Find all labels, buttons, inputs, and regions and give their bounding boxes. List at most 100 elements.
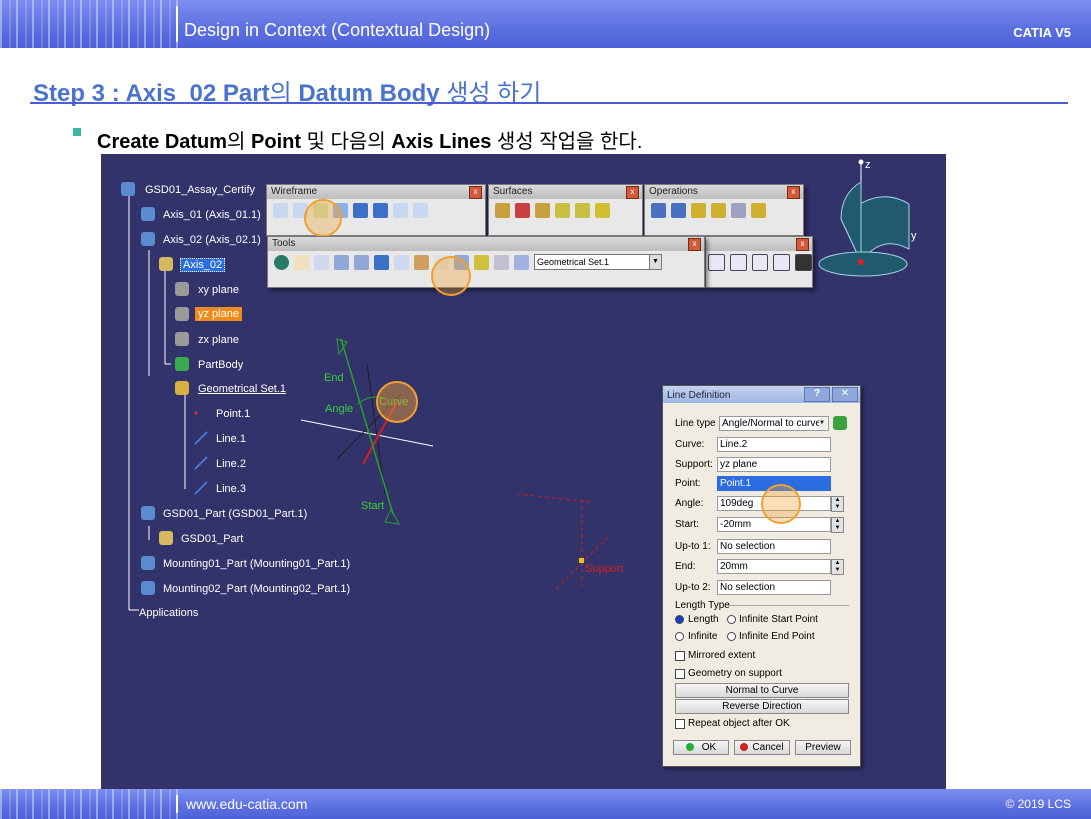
ok-button[interactable]: OK bbox=[673, 740, 729, 755]
tree-item-line3[interactable]: Line.3 bbox=[216, 483, 246, 495]
help-button[interactable]: ? bbox=[804, 387, 830, 402]
tree-item-xy-plane[interactable]: xy plane bbox=[198, 284, 239, 296]
tree-item-line2[interactable]: Line.2 bbox=[216, 458, 246, 470]
line-definition-dialog[interactable]: Line Definition ? ✕ Line type Angle/Norm… bbox=[662, 385, 861, 767]
view-front-icon[interactable] bbox=[729, 253, 747, 271]
view-right-icon[interactable] bbox=[773, 253, 791, 271]
radio-infinite[interactable] bbox=[675, 632, 684, 641]
end-spinner[interactable]: ▲ ▼ bbox=[831, 559, 844, 575]
tree-item-yz-plane[interactable]: yz plane bbox=[195, 307, 242, 321]
cancel-icon bbox=[740, 743, 749, 751]
tree-item-mount02[interactable]: Mounting02_Part (Mounting02_Part.1) bbox=[163, 583, 350, 595]
reverse-direction-button[interactable]: Reverse Direction bbox=[675, 699, 849, 714]
offset-surface-icon[interactable] bbox=[535, 202, 550, 218]
tree-item-root[interactable]: GSD01_Assay_Certify bbox=[145, 184, 255, 196]
loft-icon[interactable] bbox=[595, 202, 610, 218]
view-top-icon[interactable] bbox=[751, 253, 769, 271]
curve-field[interactable]: Line.2 bbox=[717, 437, 831, 452]
circle-icon[interactable] bbox=[393, 202, 408, 218]
operations-toolbar[interactable]: Operations x bbox=[644, 184, 804, 236]
footer-url[interactable]: www.edu-catia.com bbox=[186, 796, 307, 812]
upto2-field[interactable]: No selection bbox=[717, 580, 831, 595]
geometry-support-checkbox[interactable] bbox=[675, 669, 685, 679]
tree-item-axis02-part[interactable]: Axis_02 bbox=[180, 258, 226, 272]
tree-item-zx-plane[interactable]: zx plane bbox=[198, 334, 239, 346]
work-on-support-icon[interactable] bbox=[334, 254, 349, 270]
hand-icon[interactable] bbox=[294, 254, 309, 270]
tree-item-gsd01part[interactable]: GSD01_Part (GSD01_Part.1) bbox=[163, 508, 307, 520]
tools-toolbar[interactable]: Tools x Geometrical Set.1 ▼ bbox=[267, 236, 705, 288]
tree-item-applications[interactable]: Applications bbox=[139, 607, 198, 619]
extrude-icon[interactable] bbox=[495, 202, 510, 218]
part-icon bbox=[159, 257, 173, 271]
fill-icon[interactable] bbox=[575, 202, 590, 218]
tree-item-line1[interactable]: Line.1 bbox=[216, 433, 246, 445]
tree-item-axis01[interactable]: Axis_01 (Axis_01.1) bbox=[163, 209, 261, 221]
wireframe-toolbar[interactable]: Wireframe x bbox=[266, 184, 486, 236]
angle-spinner[interactable]: ▲ ▼ bbox=[831, 496, 844, 512]
surfaces-toolbar[interactable]: Surfaces x bbox=[488, 184, 643, 236]
close-icon[interactable]: x bbox=[796, 238, 809, 251]
close-button[interactable]: ✕ bbox=[832, 387, 858, 402]
bullet-marker bbox=[73, 128, 81, 136]
line-type-label: Line type bbox=[675, 418, 716, 429]
close-icon[interactable]: x bbox=[469, 186, 482, 199]
repeat-checkbox[interactable] bbox=[675, 719, 685, 729]
close-icon[interactable]: x bbox=[626, 186, 639, 199]
start-spinner[interactable]: ▲ ▼ bbox=[831, 517, 844, 533]
tree-connectors bbox=[128, 196, 186, 611]
geometrical-set-combo[interactable]: Geometrical Set.1 ▼ bbox=[534, 254, 662, 270]
view-toolbar[interactable]: x bbox=[705, 236, 813, 288]
grid-icon[interactable] bbox=[354, 254, 369, 270]
tree-item-gsd01[interactable]: GSD01_Part bbox=[181, 533, 243, 545]
update-icon[interactable] bbox=[274, 254, 289, 270]
line-type-select[interactable]: Angle/Normal to curve bbox=[719, 416, 829, 431]
cancel-button[interactable]: Cancel bbox=[734, 740, 790, 755]
close-icon[interactable]: x bbox=[787, 186, 800, 199]
component-icon bbox=[141, 581, 155, 595]
preview-button[interactable]: Preview bbox=[795, 740, 851, 755]
fillet-icon[interactable] bbox=[711, 202, 726, 218]
support-label: Support: bbox=[675, 459, 713, 470]
close-icon[interactable]: x bbox=[688, 238, 701, 251]
view-iso-icon[interactable] bbox=[708, 253, 725, 271]
radio-infinite-end[interactable] bbox=[727, 632, 736, 641]
plane-system-icon[interactable] bbox=[394, 254, 409, 270]
support-field[interactable]: yz plane bbox=[717, 457, 831, 472]
tree-item-axis02[interactable]: Axis_02 (Axis_02.1) bbox=[163, 234, 261, 246]
spline-icon[interactable] bbox=[413, 202, 428, 218]
revolve-icon[interactable] bbox=[515, 202, 530, 218]
tree-item-geoset[interactable]: Geometrical Set.1 bbox=[198, 383, 286, 395]
extrapolate-icon[interactable] bbox=[751, 202, 766, 218]
create-datum-icon[interactable] bbox=[414, 254, 429, 270]
body-icon[interactable] bbox=[514, 254, 529, 270]
catalog-icon[interactable] bbox=[494, 254, 509, 270]
upto1-field[interactable]: No selection bbox=[717, 539, 831, 554]
point-tool-icon[interactable] bbox=[273, 202, 288, 218]
mirrored-checkbox[interactable] bbox=[675, 651, 685, 661]
combo-value: Geometrical Set.1 bbox=[537, 257, 610, 267]
snap-icon[interactable] bbox=[374, 254, 389, 270]
tree-item-partbody[interactable]: PartBody bbox=[198, 359, 243, 371]
split-icon[interactable] bbox=[671, 202, 686, 218]
join-icon[interactable] bbox=[651, 202, 666, 218]
line-icon bbox=[194, 456, 208, 470]
sweep-icon[interactable] bbox=[555, 202, 570, 218]
offset-icon[interactable] bbox=[373, 202, 388, 218]
end-field[interactable]: 20mm bbox=[717, 559, 831, 574]
tree-item-point1[interactable]: Point.1 bbox=[216, 408, 250, 420]
line-construction bbox=[300, 338, 612, 590]
scan-icon[interactable] bbox=[474, 254, 489, 270]
chevron-down-icon[interactable]: ▼ bbox=[649, 255, 661, 269]
view-mode-icon[interactable] bbox=[795, 253, 812, 271]
tree-item-mount01[interactable]: Mounting01_Part (Mounting01_Part.1) bbox=[163, 558, 350, 570]
chevron-down-icon[interactable]: ▼ bbox=[819, 417, 827, 430]
intersection-icon[interactable] bbox=[353, 202, 368, 218]
gear-icon[interactable] bbox=[833, 416, 847, 430]
normal-to-curve-button[interactable]: Normal to Curve bbox=[675, 683, 849, 698]
radio-length[interactable] bbox=[675, 615, 684, 624]
extract-icon[interactable] bbox=[691, 202, 706, 218]
translate-icon[interactable] bbox=[731, 202, 746, 218]
axis-system-icon[interactable] bbox=[314, 254, 329, 270]
radio-infinite-start[interactable] bbox=[727, 615, 736, 624]
